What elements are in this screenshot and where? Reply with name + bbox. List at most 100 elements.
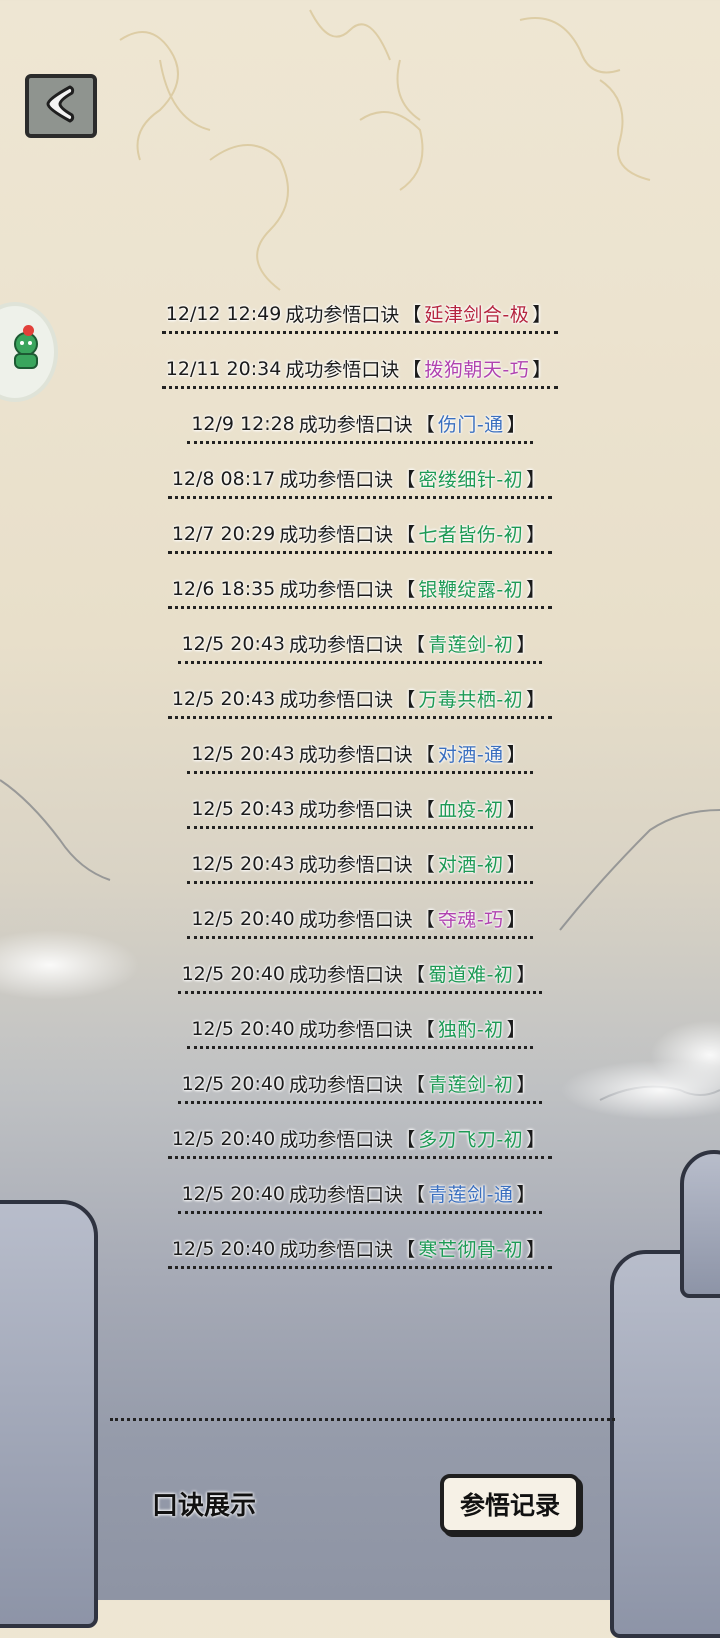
record-row: 12/5 20:43 成功参悟口诀【对酒-通】 (0, 730, 720, 785)
bracket-close: 】 (526, 469, 546, 491)
record-skill-name: 夺魂-巧 (437, 909, 504, 931)
record-row: 12/5 20:40 成功参悟口诀【寒芒彻骨-初】 (0, 1225, 720, 1280)
bracket-close: 】 (506, 799, 526, 821)
record-time: 12/9 12:28 (191, 412, 295, 435)
record-row: 12/11 20:34 成功参悟口诀【拨狗朝天-巧】 (0, 345, 720, 400)
record-action: 成功参悟口诀 (298, 414, 413, 436)
bracket-open: 【 (415, 854, 435, 876)
tab-mantra-showcase[interactable]: 口诀展示 (152, 1485, 256, 1522)
record-row: 12/5 20:43 成功参悟口诀【对酒-初】 (0, 840, 720, 895)
record-row: 12/5 20:43 成功参悟口诀【血疫-初】 (0, 785, 720, 840)
record-action: 成功参悟口诀 (289, 634, 404, 656)
record-text: 12/5 20:43 成功参悟口诀【万毒共栖-初】 (167, 685, 553, 719)
record-time: 12/6 18:35 (171, 577, 276, 600)
record-text: 12/5 20:43 成功参悟口诀【青莲剑-初】 (177, 630, 543, 664)
record-action: 成功参悟口诀 (279, 1239, 394, 1261)
record-text: 12/5 20:43 成功参悟口诀【血疫-初】 (187, 795, 533, 829)
bracket-open: 【 (406, 1184, 426, 1206)
record-text: 12/9 12:28 成功参悟口诀【伤门-通】 (187, 410, 533, 444)
bracket-close: 】 (506, 909, 526, 931)
record-time: 12/5 20:43 (191, 797, 295, 820)
record-row: 12/8 08:17 成功参悟口诀【密缕细针-初】 (0, 455, 720, 510)
record-skill-name: 青莲剑-初 (428, 634, 514, 656)
bracket-open: 【 (415, 799, 435, 821)
bracket-open: 【 (402, 359, 422, 381)
bracket-open: 【 (406, 634, 426, 656)
record-text: 12/8 08:17 成功参悟口诀【密缕细针-初】 (167, 465, 553, 499)
record-row: 12/5 20:40 成功参悟口诀【多刃飞刀-初】 (0, 1115, 720, 1170)
record-text: 12/5 20:40 成功参悟口诀【寒芒彻骨-初】 (167, 1235, 553, 1269)
bracket-close: 】 (532, 304, 552, 326)
record-time: 12/5 20:43 (191, 742, 295, 765)
record-time: 12/5 20:43 (191, 852, 295, 875)
record-text: 12/5 20:40 成功参悟口诀【蜀道难-初】 (177, 960, 543, 994)
tab-label: 参悟记录 (459, 1491, 560, 1520)
record-time: 12/5 20:43 (171, 687, 276, 710)
record-action: 成功参悟口诀 (298, 799, 413, 821)
record-row: 12/5 20:43 成功参悟口诀【万毒共栖-初】 (0, 675, 720, 730)
bracket-open: 【 (415, 909, 435, 931)
bracket-close: 】 (506, 414, 526, 436)
record-skill-name: 青莲剑-初 (428, 1074, 514, 1096)
bracket-close: 】 (526, 1239, 546, 1261)
bracket-close: 】 (516, 1184, 536, 1206)
chevron-left-icon (38, 81, 84, 131)
record-action: 成功参悟口诀 (279, 689, 394, 711)
record-text: 12/5 20:40 成功参悟口诀【青莲剑-初】 (177, 1070, 543, 1104)
bracket-open: 【 (402, 304, 422, 326)
bracket-close: 】 (506, 1019, 526, 1041)
record-row: 12/5 20:40 成功参悟口诀【青莲剑-初】 (0, 1060, 720, 1115)
record-row: 12/5 20:43 成功参悟口诀【青莲剑-初】 (0, 620, 720, 675)
record-skill-name: 多刃飞刀-初 (418, 1129, 524, 1151)
record-text: 12/7 20:29 成功参悟口诀【七者皆伤-初】 (167, 520, 553, 554)
record-action: 成功参悟口诀 (298, 854, 413, 876)
bracket-open: 【 (415, 1019, 435, 1041)
record-time: 12/5 20:40 (191, 1017, 295, 1040)
record-time: 12/12 12:49 (165, 302, 282, 325)
record-skill-name: 血疫-初 (437, 799, 504, 821)
record-skill-name: 蜀道难-初 (428, 964, 514, 986)
bracket-open: 【 (396, 524, 416, 546)
bracket-close: 】 (516, 1074, 536, 1096)
bracket-close: 】 (526, 689, 546, 711)
record-skill-name: 对酒-初 (437, 854, 504, 876)
record-skill-name: 万毒共栖-初 (418, 689, 524, 711)
record-row: 12/7 20:29 成功参悟口诀【七者皆伤-初】 (0, 510, 720, 565)
bracket-open: 【 (406, 964, 426, 986)
record-action: 成功参悟口诀 (285, 304, 400, 326)
bracket-open: 【 (396, 1239, 416, 1261)
record-text: 12/5 20:40 成功参悟口诀【多刃飞刀-初】 (167, 1125, 553, 1159)
tab-comprehension-records[interactable]: 参悟记录 (440, 1474, 580, 1534)
record-action: 成功参悟口诀 (289, 1184, 404, 1206)
record-skill-name: 对酒-通 (437, 744, 504, 766)
record-time: 12/5 20:40 (171, 1237, 276, 1260)
record-skill-name: 伤门-通 (437, 414, 504, 436)
record-action: 成功参悟口诀 (298, 1019, 413, 1041)
bracket-close: 】 (516, 634, 536, 656)
record-time: 12/5 20:40 (191, 907, 295, 930)
bracket-close: 】 (526, 524, 546, 546)
record-row: 12/9 12:28 成功参悟口诀【伤门-通】 (0, 400, 720, 455)
bracket-close: 】 (506, 854, 526, 876)
record-action: 成功参悟口诀 (279, 1129, 394, 1151)
record-skill-name: 独酌-初 (437, 1019, 504, 1041)
list-divider (110, 1418, 615, 1421)
record-action: 成功参悟口诀 (279, 469, 394, 491)
bracket-close: 】 (516, 964, 536, 986)
bracket-close: 】 (506, 744, 526, 766)
record-time: 12/5 20:40 (181, 962, 286, 985)
record-time: 12/5 20:40 (181, 1072, 286, 1095)
record-time: 12/5 20:43 (181, 632, 286, 655)
bracket-close: 】 (526, 1129, 546, 1151)
bracket-open: 【 (415, 744, 435, 766)
record-skill-name: 七者皆伤-初 (418, 524, 524, 546)
record-action: 成功参悟口诀 (279, 524, 394, 546)
record-action: 成功参悟口诀 (289, 964, 404, 986)
bracket-close: 】 (526, 579, 546, 601)
record-text: 12/5 20:43 成功参悟口诀【对酒-通】 (187, 740, 533, 774)
back-button[interactable] (25, 74, 97, 138)
record-skill-name: 青莲剑-通 (428, 1184, 514, 1206)
record-time: 12/5 20:40 (181, 1182, 286, 1205)
record-skill-name: 延津剑合-极 (424, 304, 530, 326)
record-skill-name: 银鞭绽露-初 (418, 579, 524, 601)
